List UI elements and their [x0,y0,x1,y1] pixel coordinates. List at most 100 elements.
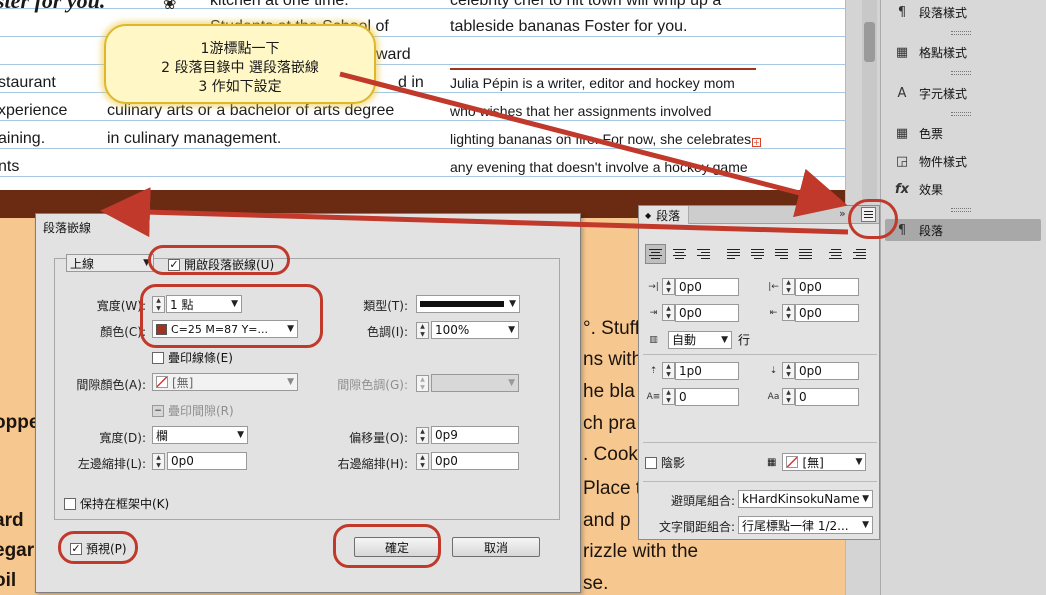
effects-icon: fx [894,181,910,197]
highlight-panel-menu [848,199,898,239]
stepper[interactable]: ▲ ▼ [662,362,675,379]
overprint-stroke-checkbox[interactable]: 疊印線條(E) [152,349,233,366]
text-line: and p [583,510,631,531]
justify-right-button[interactable] [771,244,792,264]
scrollbar-thumb[interactable] [864,22,875,62]
panel-grip[interactable] [951,31,971,35]
gap-tint-select: ▼ [431,374,519,392]
stepper[interactable]: ▲ ▼ [416,426,429,444]
stepper[interactable]: ▲ ▼ [416,321,429,339]
panel-grip[interactable] [951,71,971,75]
text-line: ns with [583,349,643,370]
left-indent-input[interactable]: 0p0 [675,277,739,296]
tint-select[interactable]: 100% ▼ [431,321,519,339]
space-before-input[interactable]: 1p0 [675,361,739,380]
width-select[interactable]: 欄 ▼ [152,426,248,444]
align-right-button[interactable] [693,244,714,264]
stepper[interactable]: ▲ ▼ [152,452,165,470]
left-indent-field[interactable]: ▲ ▼ 0p0 [152,452,247,470]
first-line-indent-field[interactable]: ⇥ ▲ ▼ 0p0 [645,303,739,322]
shading-checkbox[interactable]: 陰影 [645,454,685,471]
collapse-icon[interactable]: » [839,207,846,220]
panel-item-paragraph-styles[interactable]: ¶ 段落樣式 [891,1,1041,23]
auto-leading-select[interactable]: 自動 ▼ [668,330,732,349]
drop-cap-lines-input[interactable]: 0 [675,387,739,406]
panel-item-label: 段落 [919,223,944,238]
overprint-stroke-checkbox-box[interactable] [152,351,164,364]
mojikumi-select[interactable]: 行尾標點一律 1/2... ▼ [738,516,873,534]
cancel-button[interactable]: 取消 [452,537,540,557]
align-center-button[interactable] [669,244,690,264]
offset-field[interactable]: ▲ ▼ 0p9 [416,426,519,444]
left-indent-input[interactable]: 0p0 [167,452,247,470]
paragraph-panel-header[interactable]: ◆ 段落 » [639,206,879,224]
panel-item-grid-styles[interactable]: ▦ 格點樣式 [891,41,1041,63]
shading-checkbox-box[interactable] [645,456,657,469]
panel-item-effects[interactable]: fx 效果 [891,178,1041,200]
panel-dock: ¶ 段落樣式 ▦ 格點樣式 A 字元樣式 ▦ 色票 ◲ 物件樣式 fx 效果 ¶… [880,0,1046,595]
align-away-spine-button[interactable] [849,244,870,264]
panel-item-character-styles[interactable]: A 字元樣式 [891,82,1041,104]
tab-expand-icon[interactable]: ◆ [645,211,651,220]
justify-left-button[interactable] [723,244,744,264]
first-line-indent-input[interactable]: 0p0 [675,303,739,322]
tint-field[interactable]: ▲ ▼ 100% ▼ [416,321,519,339]
stepper[interactable]: ▲ ▼ [662,278,675,295]
space-before-field[interactable]: ⇡ ▲ ▼ 1p0 [645,361,739,380]
overprint-gap-label: 疊印間隙(R) [168,404,234,418]
keep-in-frame-checkbox[interactable]: 保持在框架中(K) [64,495,169,512]
gap-tint-label: 間隙色調(G): [337,378,408,392]
justify-center-button[interactable] [747,244,768,264]
panel-item-paragraph[interactable]: ¶ 段落 [885,219,1041,241]
offset-label: 偏移量(O): [349,431,408,445]
gap-color-select[interactable]: [無] ▼ [152,373,298,391]
left-indent-field[interactable]: →| ▲ ▼ 0p0 [645,277,739,296]
space-after-field[interactable]: ⇣ ▲ ▼ 0p0 [765,361,859,380]
right-indent-input[interactable]: 0p0 [795,277,859,296]
stepper[interactable]: ▲ ▼ [782,362,795,379]
panel-item-label: 色票 [919,126,944,141]
drop-cap-chars-field[interactable]: Aa ▲ ▼ 0 [765,387,859,406]
left-indent-icon: →| [648,281,659,292]
divider [643,442,877,443]
right-indent-field[interactable]: |← ▲ ▼ 0p0 [765,277,859,296]
right-indent-field[interactable]: ▲ ▼ 0p0 [416,452,519,470]
overset-text-icon[interactable]: + [752,138,761,147]
tab-paragraph[interactable]: ◆ 段落 [639,206,690,224]
rule-type-select[interactable]: 上線 ▼ [66,254,154,272]
text-line: culinary arts or a bachelor of arts degr… [107,102,395,119]
offset-input[interactable]: 0p9 [431,426,519,444]
panel-grip[interactable] [951,112,971,116]
align-towards-spine-button[interactable] [825,244,846,264]
shading-swatch-select[interactable]: [無] ▼ [782,453,867,471]
text-line: staurant [0,74,56,91]
last-line-indent-field[interactable]: ⇤ ▲ ▼ 0p0 [765,303,859,322]
keep-in-frame-checkbox-box[interactable] [64,497,76,510]
stepper[interactable]: ▲ ▼ [662,304,675,321]
text-line: tableside bananas Foster for you. [450,18,688,35]
space-after-input[interactable]: 0p0 [795,361,859,380]
stepper[interactable]: ▲ ▼ [662,388,675,405]
gap-tint-field: ▲ ▼ ▼ [416,374,519,392]
stepper[interactable]: ▲ ▼ [782,278,795,295]
drop-cap-lines-field[interactable]: A≡ ▲ ▼ 0 [645,387,739,406]
kinsoku-select[interactable]: kHardKinsokuName ▼ [738,490,873,508]
auto-leading-field[interactable]: ▥ 自動 ▼ 行 [645,330,750,349]
right-indent-input[interactable]: 0p0 [431,452,519,470]
last-line-indent-input[interactable]: 0p0 [795,303,859,322]
stepper[interactable]: ▲ ▼ [416,452,429,470]
text-line: he bla [583,381,635,402]
ornament-icon: ❀ [163,0,177,13]
align-left-button[interactable] [645,244,666,264]
shading-swatch-field[interactable]: ▦ [無] ▼ [767,453,867,471]
instruction-callout: 1游標點一下 2 段落目錄中 選段落嵌線 3 作如下設定 [104,24,376,104]
panel-item-swatches[interactable]: ▦ 色票 [891,122,1041,144]
panel-item-object-styles[interactable]: ◲ 物件樣式 [891,150,1041,172]
highlight-enable-rule [148,245,290,275]
stepper[interactable]: ▲ ▼ [782,388,795,405]
panel-grip[interactable] [951,208,971,212]
stepper[interactable]: ▲ ▼ [782,304,795,321]
drop-cap-chars-input[interactable]: 0 [795,387,859,406]
justify-all-button[interactable] [795,244,816,264]
type-select[interactable]: ▼ [416,295,520,313]
